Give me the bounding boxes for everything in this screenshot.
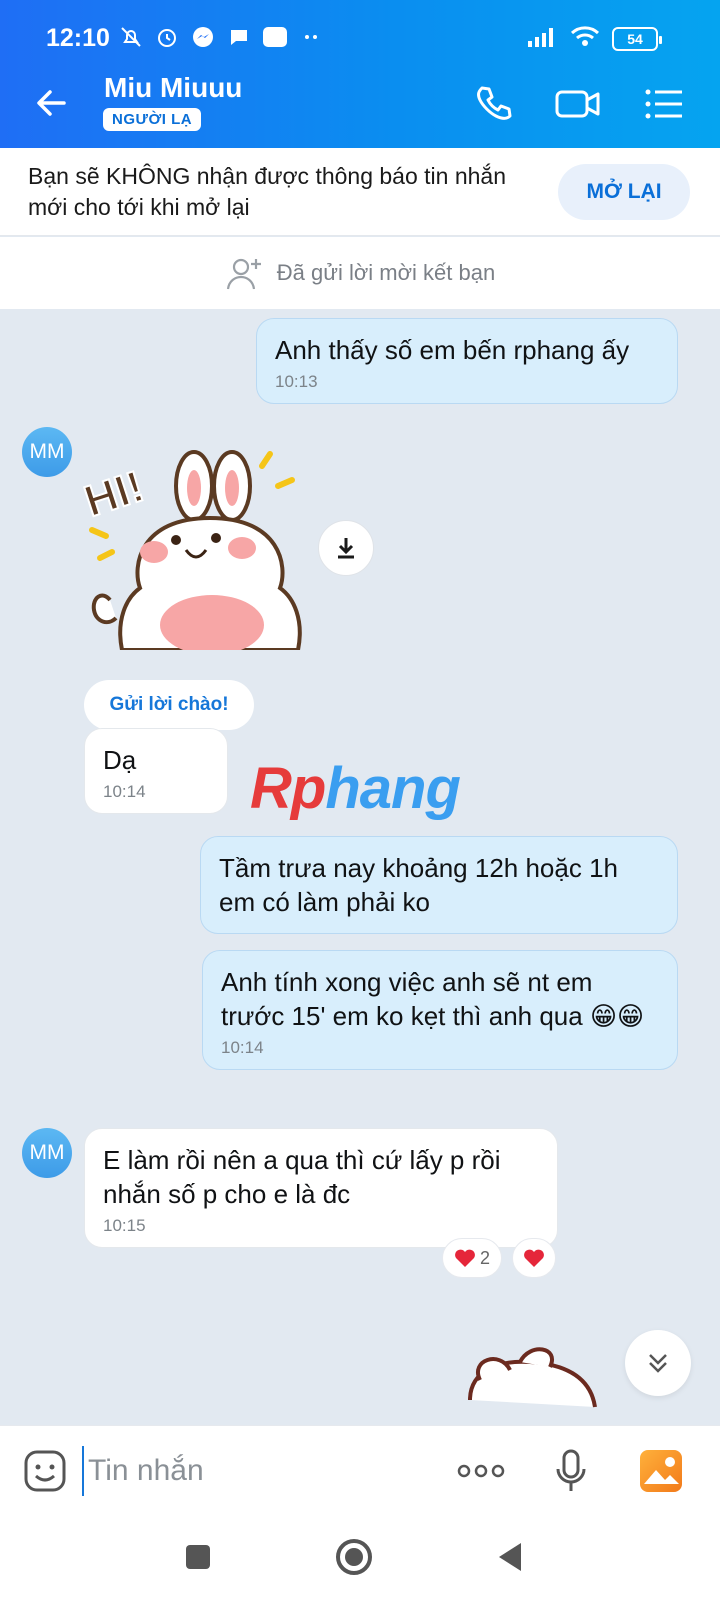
video-camera-icon [555,90,600,118]
recent-apps-button[interactable] [178,1537,218,1577]
message-time: 10:14 [103,782,146,801]
home-circle-icon [336,1539,372,1575]
back-button[interactable] [30,82,72,124]
partial-sticker [450,1340,610,1425]
muted-notification-icon [118,24,144,50]
triangle-back-icon [499,1543,521,1571]
status-time: 12:10 [46,24,110,52]
home-button[interactable] [334,1537,374,1577]
message-text: Tầm trưa nay khoảng 12h hoặc 1h em có là… [219,853,618,917]
smiley-sticker-icon [24,1450,66,1492]
send-greeting-button[interactable]: Gửi lời chào! [84,680,254,730]
contact-name[interactable]: Miu Miuuu [104,72,242,104]
reaction-count: 2 [479,1247,490,1268]
message-text: Dạ [103,745,137,775]
status-bar: 12:10 54 [0,0,720,60]
system-back-button[interactable] [490,1537,530,1577]
reopen-notifications-button[interactable]: MỞ LẠI [558,164,690,220]
chat-header: Miu Miuuu NGƯỜI LẠ [0,60,720,148]
watermark-part1: Rp [250,756,326,821]
friend-request-status: Đã gửi lời mời kết bạn [0,237,720,309]
react-button[interactable] [512,1238,556,1278]
scroll-to-bottom-button[interactable] [625,1330,691,1396]
message-bubble-outgoing[interactable]: Tầm trưa nay khoảng 12h hoặc 1h em có là… [200,836,678,934]
heart-icon [524,1249,544,1267]
add-friend-icon [226,258,261,290]
avatar[interactable]: MM [22,1128,72,1178]
status-icons [118,24,324,50]
message-input[interactable] [82,1446,442,1496]
message-time: 10:15 [103,1216,146,1235]
phone-icon [477,86,512,120]
more-options-button[interactable] [456,1446,506,1496]
heart-icon [455,1249,475,1267]
chat-bubble-icon [226,24,252,50]
stranger-badge: NGƯỜI LẠ [103,108,202,131]
message-time: 10:13 [275,372,318,391]
message-input-bar [0,1425,720,1515]
friend-request-text: Đã gửi lời mời kết bạn [276,260,496,285]
muted-notice-bar: Bạn sẽ KHÔNG nhận được thông báo tin nhắ… [0,148,720,236]
download-sticker-button[interactable] [318,520,374,576]
arrow-left-icon [37,90,66,116]
sticker-hi-text: HI! [82,462,150,527]
watermark-logo: Rphang [250,755,461,822]
download-icon [338,538,354,559]
message-bubble-outgoing[interactable]: Anh tính xong việc anh sẽ nt em trước 15… [202,950,678,1070]
message-text: Anh thấy số em bến rphang ấy [275,335,630,365]
ellipsis-icon [457,1464,505,1478]
bunny-hi-sticker[interactable]: HI! [78,440,308,655]
message-bubble-incoming[interactable]: E làm rồi nên a qua thì cứ lấy p rồi nhắ… [84,1128,558,1248]
image-gallery-icon [640,1450,682,1492]
voice-call-button[interactable] [470,80,518,128]
message-bubble-outgoing[interactable]: Anh thấy số em bến rphang ấy 10:13 [256,318,678,404]
double-chevron-down-icon [649,1354,667,1373]
alarm-icon [154,24,180,50]
message-time: 10:14 [221,1038,264,1057]
message-text: Anh tính xong việc anh sẽ nt em trước 15… [221,967,645,1031]
reaction-summary[interactable]: 2 [442,1238,502,1278]
avatar[interactable]: MM [22,427,72,477]
video-call-button[interactable] [554,80,602,128]
messenger-icon [190,24,216,50]
battery-indicator: 54 [612,26,662,51]
top-bar: 12:10 54 Miu Miuuu NGƯỜI LẠ [0,0,720,148]
muted-notice-text: Bạn sẽ KHÔNG nhận được thông báo tin nhắ… [28,163,507,220]
gallery-button[interactable] [636,1446,686,1496]
signal-icon [528,25,558,52]
microphone-icon [556,1449,586,1491]
zalo-app-icon [262,24,288,50]
status-right: 54 [528,25,662,52]
system-navigation-bar [0,1515,720,1600]
chat-menu-button[interactable] [640,80,688,128]
menu-list-icon [645,89,682,119]
message-bubble-incoming[interactable]: Dạ 10:14 [84,728,228,814]
message-text: E làm rồi nên a qua thì cứ lấy p rồi nhắ… [103,1145,501,1209]
chat-messages-area[interactable]: Anh thấy số em bến rphang ấy 10:13 MM HI… [0,310,720,1425]
voice-record-button[interactable] [546,1446,596,1496]
more-dots-icon [298,24,324,50]
wifi-icon [570,25,600,52]
square-icon [186,1545,210,1569]
sticker-button[interactable] [20,1446,70,1496]
watermark-part2: hang [325,756,461,821]
